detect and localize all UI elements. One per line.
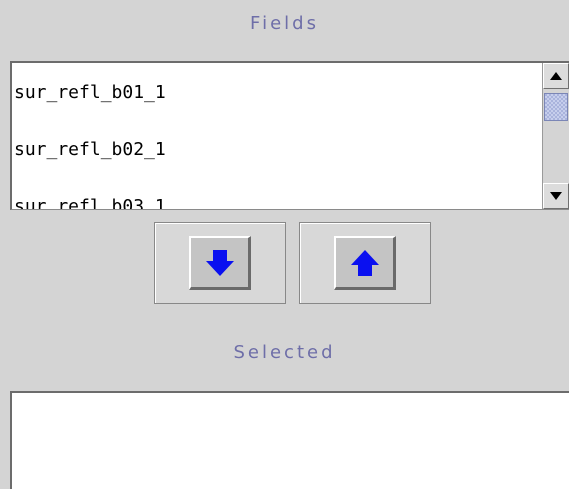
add-selected-button[interactable] [154,222,286,304]
list-item[interactable]: sur_refl_b03_1 [14,196,166,209]
remove-selected-icon-frame [334,236,396,290]
field-selector-panel: Fields sur_refl_b01_1 sur_refl_b02_1 sur… [0,0,569,489]
arrow-up-icon [350,249,379,276]
list-item[interactable]: sur_refl_b01_1 [14,82,166,103]
selected-list[interactable] [10,391,569,489]
arrow-down-icon [205,249,234,276]
fields-list[interactable]: sur_refl_b01_1 sur_refl_b02_1 sur_refl_b… [10,61,569,210]
triangle-down-icon [550,192,562,200]
fields-scrollbar[interactable] [542,63,569,209]
triangle-up-icon [550,72,562,80]
fields-heading: Fields [250,13,319,34]
scroll-thumb[interactable] [544,93,568,121]
remove-selected-button[interactable] [299,222,431,304]
scroll-down-button[interactable] [543,183,569,209]
list-item[interactable]: sur_refl_b02_1 [14,139,166,160]
selected-heading: Selected [233,342,336,363]
scroll-up-button[interactable] [543,63,569,89]
add-selected-icon-frame [189,236,251,290]
